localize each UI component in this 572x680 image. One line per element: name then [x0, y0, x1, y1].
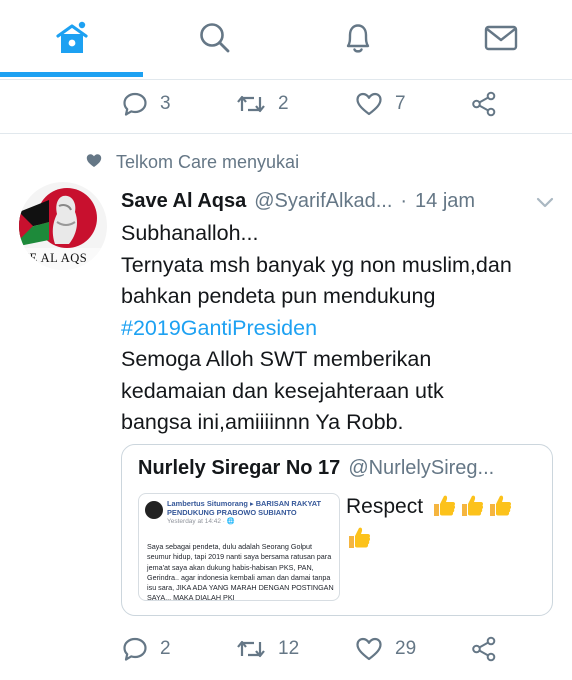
- reply-icon: [122, 636, 148, 662]
- reply-icon: [122, 91, 148, 117]
- tweet-line: Ternyata msh banyak yg non muslim,dan: [121, 252, 512, 277]
- reply-button[interactable]: 2: [122, 629, 171, 669]
- quoted-tweet[interactable]: Nurlely Siregar No 17 @NurlelySireg... L…: [121, 444, 553, 616]
- quoted-image-body: Saya sebagai pendeta, dulu adalah Seoran…: [147, 542, 334, 601]
- like-button[interactable]: 7: [355, 84, 406, 124]
- share-icon: [470, 635, 498, 663]
- like-button[interactable]: 29: [355, 629, 416, 669]
- retweet-button[interactable]: 2: [236, 84, 289, 124]
- avatar[interactable]: VE AL AQS: [19, 182, 107, 270]
- reply-button[interactable]: 3: [122, 84, 171, 124]
- retweet-count: 12: [278, 638, 300, 659]
- tweet-line: Semoga Alloh SWT memberikan: [121, 347, 432, 371]
- share-icon: [470, 90, 498, 118]
- hashtag-link[interactable]: #2019GantiPresiden: [121, 313, 561, 345]
- quoted-image-post-header: Lambertus Situmorang ▸ BARISAN RAKYAT PE…: [139, 494, 339, 530]
- quoted-author-name: Nurlely Siregar No 17: [138, 457, 341, 479]
- active-tab-indicator: [0, 72, 143, 77]
- quoted-image-avatar: [145, 501, 163, 519]
- social-context[interactable]: Telkom Care menyukai: [86, 152, 299, 173]
- quoted-tweet-text: Respect: [346, 491, 546, 555]
- quoted-tweet-header: Nurlely Siregar No 17 @NurlelySireg...: [138, 457, 494, 480]
- tweet-line: kedamaian dan kesejahteraan utk: [121, 378, 444, 403]
- like-count: 7: [395, 93, 406, 114]
- avatar-text: VE AL AQS: [20, 251, 87, 265]
- thumbs-up-emoji: [487, 492, 513, 518]
- tab-messages[interactable]: [429, 0, 572, 76]
- liked-heart-icon: [86, 153, 102, 173]
- reply-count: 3: [160, 93, 171, 114]
- tab-search[interactable]: [143, 0, 286, 76]
- tweet-actions: 2 12 29: [0, 629, 572, 669]
- tweet-text: Subhanalloh... Ternyata msh banyak yg no…: [121, 218, 561, 439]
- share-button[interactable]: [470, 84, 498, 124]
- tweet-line: bahkan pendeta pun mendukung: [121, 284, 436, 308]
- tweet-timestamp[interactable]: 14 jam: [415, 190, 475, 213]
- reply-count: 2: [160, 638, 171, 659]
- share-button[interactable]: [470, 629, 498, 669]
- chevron-down-icon[interactable]: [536, 196, 554, 214]
- author-name[interactable]: Save Al Aqsa: [121, 190, 246, 213]
- tweet-line: bangsa ini,amiiiinnn Ya Robb.: [121, 410, 404, 434]
- bell-icon: [341, 20, 375, 56]
- quoted-text: Respect: [346, 495, 424, 518]
- tab-notifications[interactable]: [286, 0, 429, 76]
- heart-icon: [355, 636, 383, 662]
- top-navigation: [0, 0, 572, 80]
- quoted-author-handle: @NurlelySireg...: [348, 457, 495, 479]
- quoted-image-author: Lambertus Situmorang ▸ BARISAN RAKYAT PE…: [167, 499, 337, 526]
- retweet-button[interactable]: 12: [236, 629, 299, 669]
- quoted-image-time: Yesterday at 14:42 · 🌐: [167, 518, 235, 525]
- author-handle[interactable]: @SyarifAlkad...: [254, 190, 392, 213]
- retweet-count: 2: [278, 93, 289, 114]
- thumbs-up-emoji: [346, 524, 372, 550]
- previous-tweet-actions: 3 2 7: [0, 84, 572, 124]
- quoted-image-author-text: Lambertus Situmorang ▸ BARISAN RAKYAT PE…: [167, 499, 322, 517]
- home-icon: [54, 21, 90, 55]
- tweet-line: Subhanalloh...: [121, 221, 259, 245]
- tweet-divider: [0, 133, 572, 134]
- social-context-text: Telkom Care menyukai: [116, 152, 300, 172]
- quoted-image[interactable]: Lambertus Situmorang ▸ BARISAN RAKYAT PE…: [138, 493, 340, 601]
- header-separator: ·: [400, 189, 408, 212]
- heart-icon: [355, 91, 383, 117]
- thumbs-up-emoji: [431, 492, 457, 518]
- retweet-icon: [236, 91, 266, 117]
- tweet-header: Save Al Aqsa @SyarifAlkad... · 14 jam: [121, 186, 561, 216]
- tab-home[interactable]: [0, 0, 143, 76]
- like-count: 29: [395, 638, 417, 659]
- mail-icon: [483, 23, 519, 53]
- search-icon: [198, 21, 232, 55]
- retweet-icon: [236, 636, 266, 662]
- thumbs-up-emoji: [459, 492, 485, 518]
